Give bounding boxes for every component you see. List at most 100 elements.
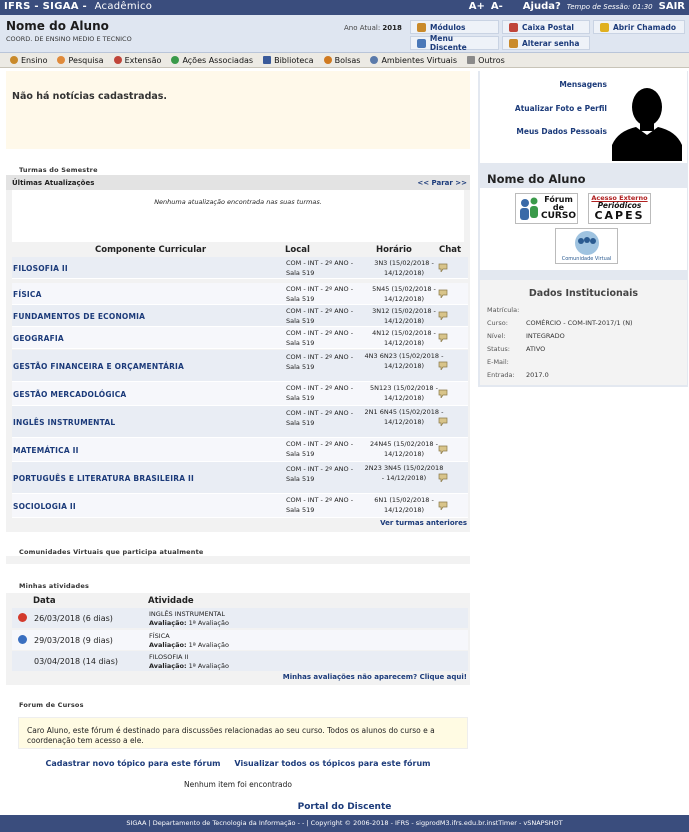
forum-curso-logo[interactable]: Fórum de CURSO — [515, 193, 578, 224]
stop-updates-link[interactable]: << Parar >> — [417, 179, 467, 187]
chat-icon[interactable] — [437, 389, 449, 398]
course-location: COM - INT - 2º ANO - Sala 519 — [286, 307, 354, 325]
font-larger-button[interactable]: A+ — [469, 1, 485, 12]
activity-date: 26/03/2018 (6 dias) — [34, 614, 113, 623]
table-row: GEOGRAFIA COM - INT - 2º ANO - Sala 519 4N… — [12, 327, 468, 349]
course-link[interactable]: FUNDAMENTOS DE ECONOMIA — [13, 312, 145, 321]
course-link[interactable]: GEOGRAFIA — [13, 334, 64, 343]
table-row: FILOSOFIA II COM - INT - 2º ANO - Sala 51… — [12, 257, 468, 279]
course-schedule: 2N1 6N45 (15/02/2018 - 14/12/2018) — [364, 408, 444, 426]
info-field: Entrada: 2017.0 — [487, 371, 549, 379]
info-field: Curso: COMÉRCIO - COM-INT-2017/1 (N) — [487, 319, 633, 327]
view-all-topics-link[interactable]: Visualizar todos os tópicos para este fó… — [234, 759, 430, 768]
course-link[interactable]: FÍSICA — [13, 290, 42, 299]
course-schedule: 4N12 (15/02/2018 - 14/12/2018) — [372, 329, 436, 347]
person-icon — [323, 56, 332, 64]
col-horario: Horário — [376, 245, 412, 255]
library-icon — [263, 56, 272, 64]
chat-icon[interactable] — [437, 311, 449, 320]
col-componente: Componente Curricular — [95, 245, 207, 255]
menu-ensino[interactable]: Ensino — [10, 56, 47, 65]
course-schedule: 3N3 (15/02/2018 - 14/12/2018) — [374, 259, 434, 277]
globe-icon — [370, 56, 379, 64]
exit-button[interactable]: SAIR — [659, 1, 685, 12]
course-location: COM - INT - 2º ANO - Sala 519 — [286, 285, 354, 303]
col-data: Data — [33, 596, 56, 606]
course-link[interactable]: PORTUGUÊS E LITERATURA BRASILEIRA II — [13, 474, 194, 483]
comunidades-panel — [6, 556, 470, 564]
menu-acoes-associadas[interactable]: Ações Associadas — [171, 56, 253, 65]
new-topic-link[interactable]: Cadastrar novo tópico para este fórum — [46, 759, 221, 768]
activity-row: 03/04/2018 (14 dias) FILOSOFIA II Avaliaçã… — [12, 651, 468, 671]
course-link[interactable]: GESTÃO MERCADOLÓGICA — [13, 390, 126, 399]
atualizar-foto-link[interactable]: Atualizar Foto e Perfil — [515, 104, 607, 113]
info-field: Nível: INTEGRADO — [487, 332, 565, 340]
atividades-panel: Data Atividade 26/03/2018 (6 dias) INGLÊS… — [6, 593, 470, 685]
capes-logo[interactable]: Acesso Externo Periódicos CAPES — [588, 193, 651, 224]
chat-icon[interactable] — [437, 289, 449, 298]
chat-icon[interactable] — [437, 417, 449, 426]
table-row: GESTÃO FINANCEIRA E ORÇAMENTÁRIA COM - IN… — [12, 350, 468, 382]
dados-title: Dados Institucionais — [528, 288, 639, 299]
table-row: FÍSICA COM - INT - 2º ANO - Sala 519 5N45 … — [12, 283, 468, 305]
course-location: COM - INT - 2º ANO - Sala 519 — [286, 409, 354, 427]
network-icon — [171, 56, 180, 64]
previous-classes-link[interactable]: Ver turmas anteriores — [380, 519, 467, 527]
menu-discente-button[interactable]: Menu Discente — [410, 34, 499, 52]
course-schedule: 4N3 6N23 (15/02/2018 - 14/12/2018) — [364, 352, 444, 370]
chat-icon[interactable] — [437, 473, 449, 482]
course-schedule: 2N23 3N45 (15/02/2018 - 14/12/2018) — [364, 464, 444, 482]
student-name: Nome do Aluno — [487, 172, 586, 186]
caixa-postal-button[interactable]: Caixa Postal — [502, 20, 590, 34]
course-link[interactable]: GESTÃO FINANCEIRA E ORÇAMENTÁRIA — [13, 362, 184, 371]
help-link[interactable]: Ajuda? — [523, 1, 561, 12]
menu-extensao[interactable]: Extensão — [113, 56, 161, 65]
footer: SIGAA | Departamento de Tecnologia da In… — [0, 815, 689, 832]
alterar-senha-button[interactable]: Alterar senha — [502, 36, 590, 50]
menu-bolsas[interactable]: Bolsas — [323, 56, 360, 65]
comunidade-virtual-logo[interactable]: Comunidade Virtual — [555, 228, 618, 264]
menu-biblioteca[interactable]: Biblioteca — [263, 56, 314, 65]
chat-icon[interactable] — [437, 263, 449, 272]
course-schedule: 24N45 (15/02/2018 - 14/12/2018) — [370, 440, 438, 458]
activity-date: 03/04/2018 (14 dias) — [34, 657, 118, 666]
grid-icon — [467, 56, 476, 64]
forum-panel: Caro Aluno, este fórum é destinado para … — [6, 712, 470, 796]
menu-outros[interactable]: Outros — [467, 56, 505, 65]
course-schedule: 6N1 (15/02/2018 - 14/12/2018) — [374, 496, 434, 514]
font-smaller-button[interactable]: A- — [491, 1, 503, 12]
turmas-panel: Últimas Atualizações << Parar >> Nenhuma… — [6, 175, 470, 532]
col-local: Local — [285, 245, 310, 255]
table-row: MATEMÁTICA II COM - INT - 2º ANO - Sala 5… — [12, 438, 468, 462]
menu-icon — [417, 38, 426, 48]
info-field: E-Mail: — [487, 358, 509, 366]
session-timer: Tempo de Sessão: 01:30 — [566, 2, 653, 11]
mensagens-link[interactable]: Mensagens — [559, 80, 607, 89]
course-link[interactable]: MATEMÁTICA II — [13, 446, 79, 455]
col-atividade: Atividade — [148, 596, 194, 606]
chat-icon[interactable] — [437, 501, 449, 510]
missing-evaluations-link[interactable]: Minhas avaliações não aparecem? Clique a… — [283, 673, 467, 681]
table-row: PORTUGUÊS E LITERATURA BRASILEIRA II COM … — [12, 462, 468, 494]
portal-discente-link[interactable]: Portal do Discente — [0, 802, 689, 812]
course-link[interactable]: FILOSOFIA II — [13, 264, 68, 273]
no-news-text: Não há notícias cadastradas. — [12, 91, 168, 102]
menu-pesquisa[interactable]: Pesquisa — [57, 56, 104, 65]
updates-bar: Últimas Atualizações << Parar >> — [6, 175, 470, 190]
cube-icon — [417, 22, 426, 32]
key-icon — [509, 38, 518, 48]
user-course: COORD. DE ENSINO MEDIO E TECNICO — [6, 35, 132, 43]
chat-icon[interactable] — [437, 333, 449, 342]
abrir-chamado-button[interactable]: Abrir Chamado — [593, 20, 685, 34]
activity-row: 26/03/2018 (6 dias) INGLÊS INSTRUMENTAL Av… — [12, 608, 468, 628]
info-icon — [18, 635, 27, 644]
chat-icon[interactable] — [437, 445, 449, 454]
dados-pessoais-link[interactable]: Meus Dados Pessoais — [516, 127, 607, 136]
menu-ambientes-virtuais[interactable]: Ambientes Virtuais — [370, 56, 457, 65]
module-name: Acadêmico — [94, 1, 153, 12]
col-chat: Chat — [439, 245, 462, 255]
chat-icon[interactable] — [437, 361, 449, 370]
course-link[interactable]: INGLÊS INSTRUMENTAL — [13, 418, 115, 427]
course-link[interactable]: SOCIOLOGIA II — [13, 502, 76, 511]
modulos-button[interactable]: Módulos — [410, 20, 499, 34]
